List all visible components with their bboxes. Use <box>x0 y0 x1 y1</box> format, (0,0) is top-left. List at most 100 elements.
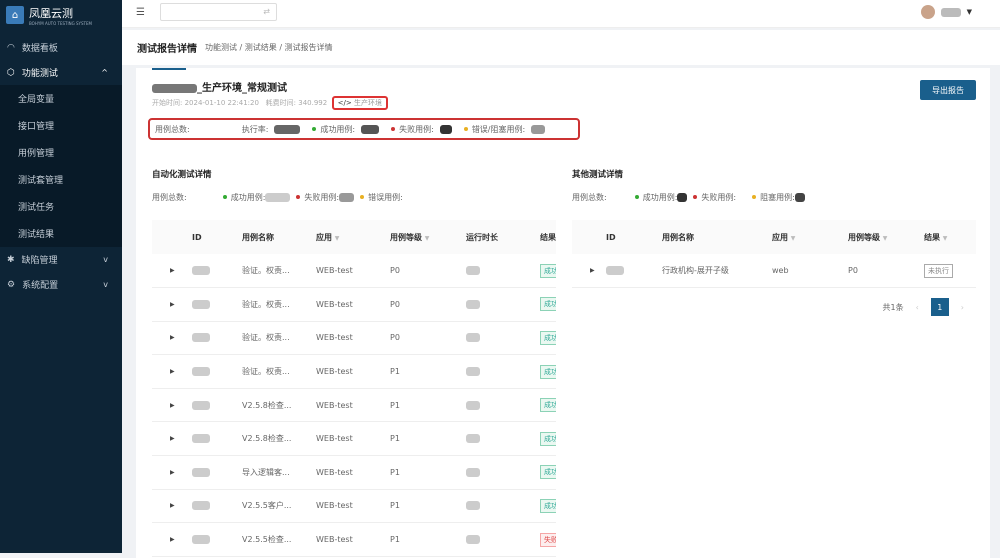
duration-cell <box>466 522 540 557</box>
name-cell: 行政机构-展开子级 <box>662 254 772 289</box>
result-badge: 失败 <box>540 532 556 547</box>
expand-row-icon[interactable]: ▶ <box>152 321 192 356</box>
duration-cell <box>466 254 540 289</box>
result-badge: 成功 <box>540 431 556 446</box>
name-cell: 验证。权责... <box>242 254 316 289</box>
col-app[interactable]: 应用 ▼ <box>316 220 390 254</box>
col-name: 用例名称 <box>662 220 772 254</box>
expand-row-icon[interactable]: ▶ <box>572 254 606 289</box>
expand-row-icon[interactable]: ▶ <box>152 388 192 423</box>
id-cell <box>192 287 242 322</box>
bug-icon: ✱ <box>7 254 15 265</box>
export-report-button[interactable]: 导出报告 <box>920 80 976 100</box>
name-cell: 验证。权责... <box>242 321 316 356</box>
col-result: 结果 <box>540 220 556 254</box>
table-row[interactable]: ▶ 验证。权责...WEB-testP0 成功 <box>152 321 556 356</box>
expand-row-icon[interactable]: ▶ <box>152 287 192 322</box>
table-row[interactable]: ▶ V2.5.5检查...WEB-testP1 失败 <box>152 522 556 557</box>
duration-cell <box>466 421 540 457</box>
filter-icon: ▼ <box>882 234 888 242</box>
total-count: 共1条 <box>882 302 904 312</box>
next-page-button[interactable]: › <box>961 303 964 312</box>
name-cell: V2.5.5客户... <box>242 489 316 524</box>
nav-label: 缺陷管理 <box>21 256 58 266</box>
filter-icon: ▼ <box>942 234 948 242</box>
duration-cell <box>466 287 540 322</box>
breadcrumb[interactable]: 功能测试 / 测试结果 / 测试报告详情 <box>205 42 333 53</box>
col-name: 用例名称 <box>242 220 316 254</box>
expand-row-icon[interactable]: ▶ <box>152 489 192 524</box>
page-1-button[interactable]: 1 <box>930 298 949 316</box>
result-badge: 成功 <box>540 330 556 345</box>
col-app[interactable]: 应用 ▼ <box>772 220 848 254</box>
level-cell: P0 <box>848 254 924 289</box>
pagination: 共1条 ‹ 1 › <box>882 298 964 316</box>
auto-section-title: 自动化测试详情 <box>152 170 212 180</box>
level-cell: P0 <box>390 254 466 289</box>
table-row[interactable]: ▶ V2.5.5客户...WEB-testP1 成功 <box>152 489 556 524</box>
dashboard-icon: ◠ <box>7 42 15 53</box>
duration-cell <box>466 354 540 389</box>
level-cell: P1 <box>390 522 466 557</box>
expand-row-icon[interactable]: ▶ <box>152 254 192 289</box>
table-row[interactable]: ▶ 验证。权责...WEB-testP0 成功 <box>152 287 556 322</box>
summary-bar: 用例总数: 执行率: 成功用例: 失败用例: 错误/阻塞用例: <box>148 118 580 140</box>
expand-row-icon[interactable]: ▶ <box>152 522 192 557</box>
id-cell <box>192 455 242 490</box>
swap-icon: ⇄ <box>263 7 270 16</box>
level-cell: P0 <box>390 287 466 322</box>
result-cell: 成功 <box>540 254 556 289</box>
prev-page-button[interactable]: ‹ <box>916 303 919 312</box>
app-cell: WEB-test <box>316 421 390 457</box>
expand-row-icon[interactable]: ▶ <box>152 455 192 490</box>
result-cell: 成功 <box>540 321 556 356</box>
page-title: 测试报告详情 <box>137 44 197 55</box>
sidebar-item-results[interactable]: 测试结果 <box>0 220 122 247</box>
sidebar-item-functional-test[interactable]: ⬡ 功能测试 ^ <box>0 60 122 85</box>
id-cell <box>192 421 242 457</box>
col-result[interactable]: 结果 ▼ <box>924 220 976 254</box>
table-row[interactable]: ▶ 行政机构-展开子级 web P0 未执行 <box>572 254 976 289</box>
sidebar-item-cases[interactable]: 用例管理 <box>0 139 122 166</box>
result-badge: 成功 <box>540 398 556 413</box>
col-id: ID <box>606 220 662 254</box>
table-row[interactable]: ▶ 导入逻辑客...WEB-testP1 成功 <box>152 455 556 490</box>
chevron-down-icon: v <box>103 280 108 289</box>
expand-row-icon[interactable]: ▶ <box>152 354 192 389</box>
result-cell: 未执行 <box>924 254 976 289</box>
sidebar-item-settings[interactable]: ⚙ 系统配置 v <box>0 272 122 297</box>
app-cell: WEB-test <box>316 455 390 490</box>
sidebar-item-dashboard[interactable]: ◠ 数据看板 <box>0 35 122 60</box>
menu-toggle-icon[interactable]: ☰ <box>136 7 145 18</box>
name-cell: 导入逻辑客... <box>242 455 316 490</box>
fail-dot <box>391 126 396 131</box>
user-menu[interactable]: ▼ <box>920 5 972 19</box>
table-row[interactable]: ▶ V2.5.8检查...WEB-testP1 成功 <box>152 388 556 423</box>
app-title: 凤凰云测 <box>29 6 73 20</box>
app-cell: WEB-test <box>316 489 390 524</box>
app-cell: WEB-test <box>316 254 390 289</box>
report-title: _生产环境_常规测试 <box>152 79 287 94</box>
sidebar-item-defects[interactable]: ✱ 缺陷管理 v <box>0 247 122 272</box>
table-row[interactable]: ▶ 验证。权责...WEB-testP1 成功 <box>152 354 556 389</box>
sidebar-item-api[interactable]: 接口管理 <box>0 112 122 139</box>
sidebar-item-tasks[interactable]: 测试任务 <box>0 193 122 220</box>
col-level[interactable]: 用例等级 ▼ <box>848 220 924 254</box>
report-card: _生产环境_常规测试 开始时间: 2024-01-10 22:41:20 耗费时… <box>136 68 990 558</box>
gear-icon: ⚙ <box>7 279 16 290</box>
duration-cell <box>466 455 540 490</box>
expand-row-icon[interactable]: ▶ <box>152 421 192 457</box>
result-badge: 成功 <box>540 498 556 513</box>
table-row[interactable]: ▶ V2.5.8检查...WEB-testP1 成功 <box>152 421 556 457</box>
col-level[interactable]: 用例等级 ▼ <box>390 220 466 254</box>
result-cell: 成功 <box>540 354 556 389</box>
result-cell: 成功 <box>540 287 556 322</box>
app-cell: web <box>772 254 848 289</box>
project-select[interactable]: ⇄ <box>160 3 277 21</box>
name-cell: V2.5.8检查... <box>242 421 316 457</box>
page-background <box>990 68 1000 553</box>
sidebar-item-suites[interactable]: 测试套管理 <box>0 166 122 193</box>
table-row[interactable]: ▶ 验证。权责...WEB-testP0 成功 <box>152 254 556 289</box>
sidebar-item-global-vars[interactable]: 全局变量 <box>0 85 122 112</box>
tab-indicator <box>152 68 186 70</box>
